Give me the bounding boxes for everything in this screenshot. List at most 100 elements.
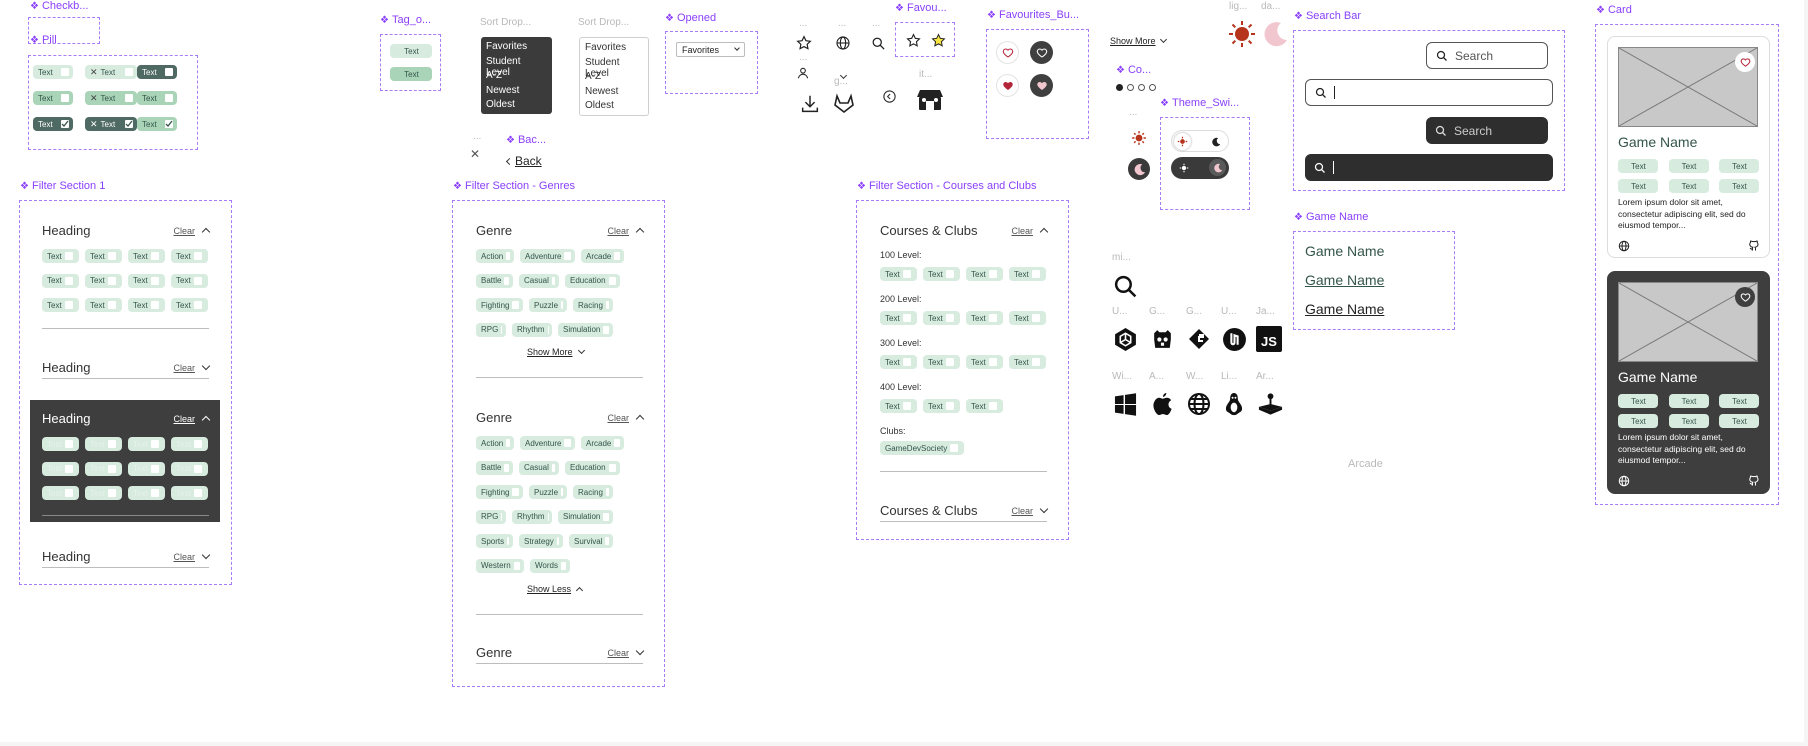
chevron-down-icon[interactable] [201,550,211,560]
genre-pill[interactable]: RPG [476,322,506,337]
pill-variant[interactable]: Text [137,91,177,105]
windows-icon[interactable] [1112,391,1138,417]
filter-pill[interactable]: Text [128,249,165,263]
filter-pill[interactable]: Text [85,486,122,500]
filter-pill[interactable]: Text [128,298,165,312]
chevron-down-icon[interactable] [201,361,211,371]
game-card-title[interactable]: Game Name [1618,369,1697,385]
chevron-up-icon[interactable] [635,414,645,424]
clear-button[interactable]: Clear [173,552,195,562]
genre-pill[interactable]: Education [565,460,620,475]
sort-option[interactable]: A-Z [481,68,552,83]
game-card-dark[interactable]: Game Name Text Text Text Text Text Text Lorem i… [1607,271,1770,494]
filter-pill[interactable]: Text [42,486,79,500]
back-link[interactable]: Back [505,154,542,168]
course-pill[interactable]: Text [1009,355,1046,369]
clear-button[interactable]: Clear [607,413,629,423]
game-card-title[interactable]: Game Name [1618,134,1697,150]
clear-button[interactable]: Clear [607,648,629,658]
close-icon[interactable]: ✕ [90,67,98,78]
show-more-link[interactable]: Show More [527,346,585,357]
filter-pill[interactable]: Text [85,249,122,263]
genre-pill[interactable]: Simulation [558,322,613,337]
genre-pill[interactable]: Racing [573,298,613,312]
close-icon[interactable]: ✕ [90,93,98,104]
github-icon[interactable] [1748,475,1760,487]
filter-pill[interactable]: Text [42,249,79,263]
pill-variant[interactable]: ✕ Text [85,91,137,105]
game-tag[interactable]: Text [1668,394,1709,408]
linux-icon[interactable] [1221,391,1247,417]
sort-option[interactable]: Student Level [580,55,648,79]
filter-pill[interactable]: Text [128,437,165,451]
filter-pill[interactable]: Text [42,437,79,451]
gitlab-icon[interactable] [831,90,857,116]
favourite-button[interactable] [1735,287,1755,307]
genre-pill[interactable]: Rhythm [512,509,552,524]
pill-variant[interactable]: Text [137,117,177,131]
game-card[interactable]: Game Name Text Text Text Text Text Text Lorem i… [1607,36,1770,258]
star-outline-icon[interactable] [904,31,922,49]
course-pill[interactable]: Text [966,399,1003,413]
sort-option[interactable]: Student Level [481,54,552,78]
course-pill[interactable]: Text [923,267,960,281]
pill-variant[interactable]: Text [33,91,73,105]
game-tag[interactable]: Text [1618,414,1658,428]
game-tag[interactable]: Text [1668,179,1709,193]
apple-icon[interactable] [1149,391,1175,417]
course-pill[interactable]: Text [880,355,917,369]
chevron-up-icon[interactable] [201,415,211,425]
filter-pill[interactable]: Text [171,437,208,451]
heart-outline-dark-icon[interactable] [1030,41,1053,64]
heart-outline-icon[interactable] [996,41,1019,64]
genre-pill[interactable]: Racing [573,485,613,499]
filter-pill[interactable]: Text [128,273,165,288]
filter-pill[interactable]: Text [171,298,208,312]
pill-variant[interactable]: ✕ Text [85,65,137,79]
course-pill[interactable]: Text [880,399,917,413]
tag-default[interactable]: Text [390,44,432,58]
game-tag[interactable]: Text [1618,159,1658,173]
genre-pill[interactable]: Simulation [558,509,613,524]
star-filled-icon[interactable] [929,31,947,49]
filter-pill[interactable]: Text [171,249,208,263]
game-name-visited[interactable]: Game Name [1305,301,1384,317]
club-pill[interactable]: GameDevSociety [880,441,964,455]
tag-selected[interactable]: Text [390,67,432,81]
search-input-active[interactable] [1305,79,1553,106]
filter-pill[interactable]: Text [85,298,122,312]
genre-pill[interactable]: Action [476,436,514,450]
game-tag[interactable]: Text [1618,179,1658,193]
search-input-compact[interactable]: Search [1426,42,1548,69]
clear-button[interactable]: Clear [1011,226,1033,236]
game-tag[interactable]: Text [1719,159,1759,173]
genre-pill[interactable]: Education [565,273,620,288]
clear-button[interactable]: Clear [607,226,629,236]
close-icon[interactable]: ✕ [90,119,98,130]
genre-pill[interactable]: Battle [476,273,513,288]
filter-pill[interactable]: Text [171,273,208,288]
genre-pill[interactable]: Adventure [520,249,575,263]
filter-section-header[interactable]: Genre Clear [476,645,645,660]
filter-section-header[interactable]: Genre Clear [476,410,645,425]
game-tag[interactable]: Text [1719,394,1759,408]
course-pill[interactable]: Text [923,355,960,369]
course-pill[interactable]: Text [1009,311,1046,325]
clear-button[interactable]: Clear [1011,506,1033,516]
genre-pill[interactable]: Fighting [476,485,523,499]
genre-pill[interactable]: Fighting [476,298,523,312]
genre-pill[interactable]: Rhythm [512,322,552,337]
sort-option[interactable]: Oldest [580,98,648,113]
filter-pill[interactable]: Text [171,486,208,500]
carousel-dot[interactable] [1149,84,1156,91]
filter-pill[interactable]: Text [171,461,208,476]
pill-variant[interactable]: Text [33,65,73,79]
chevron-down-icon[interactable] [1039,504,1049,514]
godot-icon[interactable] [1149,326,1175,352]
close-icon[interactable]: ✕ [469,147,481,161]
sort-option[interactable]: Newest [580,84,648,99]
filter-pill[interactable]: Text [128,461,165,476]
download-icon[interactable] [798,92,822,116]
web-globe-icon[interactable] [1186,391,1212,417]
chevron-up-icon[interactable] [201,227,211,237]
